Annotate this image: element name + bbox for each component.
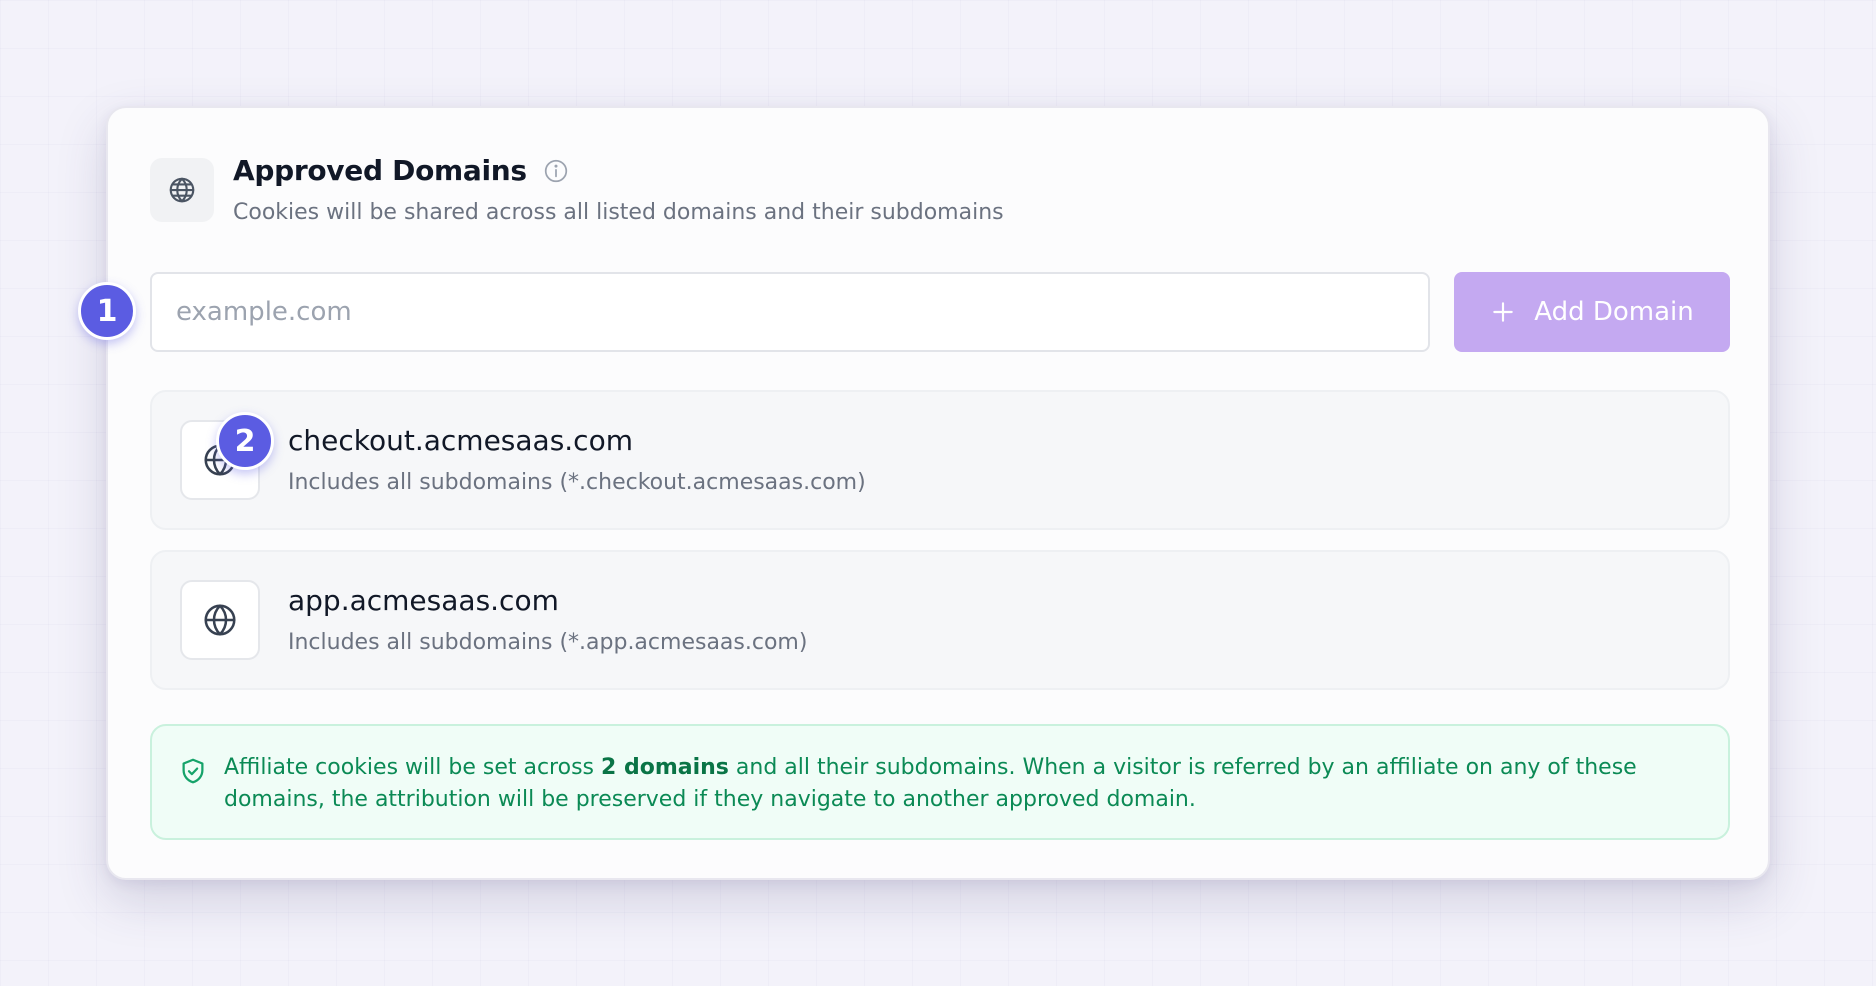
notice-text-before: Affiliate cookies will be set across bbox=[224, 755, 601, 780]
notice-domain-count: 2 domains bbox=[601, 755, 729, 780]
step-badge-1: 1 bbox=[78, 282, 136, 340]
page-title: Approved Domains bbox=[233, 154, 569, 187]
add-domain-button-label: Add Domain bbox=[1534, 297, 1694, 327]
domain-list-item: checkout.acmesaas.com Includes all subdo… bbox=[150, 390, 1730, 530]
domain-name: checkout.acmesaas.com bbox=[288, 424, 633, 457]
notice-text: Affiliate cookies will be set across 2 d… bbox=[224, 752, 1704, 816]
step-badge-2: 2 bbox=[216, 412, 274, 470]
approved-domains-card: Approved Domains Cookies will be shared … bbox=[78, 106, 1770, 880]
domain-subtitle: Includes all subdomains (*.app.acmesaas.… bbox=[288, 630, 808, 655]
add-domain-button[interactable]: Add Domain bbox=[1454, 272, 1730, 352]
domain-list-item: app.acmesaas.com Includes all subdomains… bbox=[150, 550, 1730, 690]
shield-check-icon bbox=[178, 756, 208, 790]
globe-icon bbox=[150, 158, 214, 222]
info-icon[interactable] bbox=[543, 158, 569, 184]
domain-subtitle: Includes all subdomains (*.checkout.acme… bbox=[288, 470, 866, 495]
domain-input[interactable] bbox=[150, 272, 1430, 352]
domain-name: app.acmesaas.com bbox=[288, 584, 559, 617]
globe-icon bbox=[180, 580, 260, 660]
page-subtitle: Cookies will be shared across all listed… bbox=[233, 200, 1004, 225]
plus-icon bbox=[1490, 299, 1516, 325]
title-text: Approved Domains bbox=[233, 154, 527, 187]
info-notice: Affiliate cookies will be set across 2 d… bbox=[150, 724, 1730, 840]
